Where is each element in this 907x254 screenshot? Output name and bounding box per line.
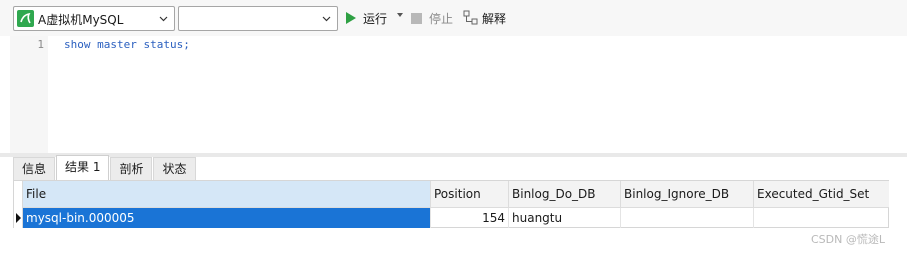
watermark: CSDN @慌途L xyxy=(811,233,885,246)
database-select[interactable] xyxy=(178,6,338,31)
stop-button[interactable]: 停止 xyxy=(411,9,453,27)
run-dropdown-arrow-icon[interactable] xyxy=(397,13,403,17)
line-number-gutter: 1 xyxy=(10,36,48,153)
connection-label: A虚拟机MySQL xyxy=(38,13,124,27)
mysql-connection-icon xyxy=(17,10,34,27)
play-icon xyxy=(346,12,356,24)
column-header-file[interactable]: File xyxy=(23,181,431,208)
stop-label: 停止 xyxy=(429,11,454,26)
cell-position[interactable]: 154 xyxy=(431,208,509,228)
explain-label: 解释 xyxy=(482,11,507,26)
cell-binlog-ignore-db[interactable] xyxy=(621,208,754,228)
sql-code-line[interactable]: show master status; xyxy=(64,38,190,51)
result-tabs: 信息 结果 1 剖析 状态 xyxy=(13,155,197,180)
column-header-binlog-do-db[interactable]: Binlog_Do_DB xyxy=(509,181,621,208)
cell-executed-gtid-set[interactable] xyxy=(754,208,889,228)
run-label: 运行 xyxy=(363,11,388,26)
column-header-binlog-ignore-db[interactable]: Binlog_Ignore_DB xyxy=(621,181,754,208)
cell-file[interactable]: mysql-bin.000005 xyxy=(23,208,431,228)
cell-binlog-do-db[interactable]: huangtu xyxy=(509,208,621,228)
query-toolbar: A虚拟机MySQL 运行 停止 解释 xyxy=(0,0,907,36)
current-row-arrow-icon xyxy=(16,213,21,223)
explain-button[interactable]: 解释 xyxy=(463,9,506,27)
connection-select[interactable]: A虚拟机MySQL xyxy=(13,6,175,31)
run-button[interactable]: 运行 xyxy=(346,9,387,27)
explain-icon xyxy=(463,10,478,25)
chevron-down-icon xyxy=(322,16,331,22)
stop-icon xyxy=(411,12,422,24)
line-number: 1 xyxy=(37,38,44,51)
chevron-down-icon xyxy=(159,16,168,22)
sql-editor[interactable]: 1 show master status; xyxy=(0,36,907,153)
tab-info[interactable]: 信息 xyxy=(13,157,56,180)
tab-result-1[interactable]: 结果 1 xyxy=(56,155,110,180)
tab-status[interactable]: 状态 xyxy=(153,157,196,180)
column-header-executed-gtid-set[interactable]: Executed_Gtid_Set xyxy=(754,181,889,208)
tab-profile[interactable]: 剖析 xyxy=(110,157,153,180)
column-header-position[interactable]: Position xyxy=(431,181,509,208)
row-indicator-column xyxy=(14,181,23,228)
result-grid[interactable]: File Position Binlog_Do_DB Binlog_Ignore… xyxy=(13,180,889,228)
